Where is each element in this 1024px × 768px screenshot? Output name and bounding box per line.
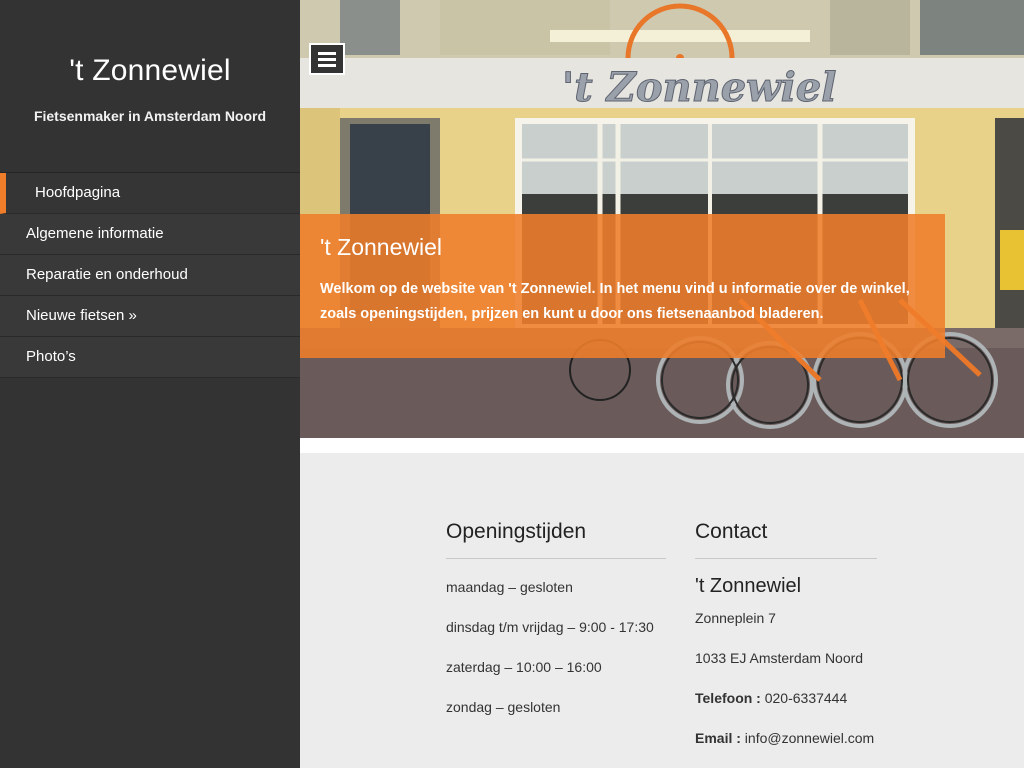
hours-line: zaterdag – 10:00 – 16:00 (446, 659, 602, 675)
site-description: Fietsenmaker in Amsterdam Noord (33, 108, 267, 124)
nav-item-algemene-informatie[interactable]: Algemene informatie (0, 214, 300, 255)
contact-name: 't Zonnewiel (695, 575, 802, 597)
email-address[interactable]: info@zonnewiel.com (741, 730, 874, 746)
contact-phone: Telefoon : 020-6337444 (695, 688, 877, 728)
divider (300, 438, 1024, 453)
hero-overlay: 't Zonnewiel Welkom op de website van 't… (300, 214, 945, 358)
contact-street: Zonneplein 7 (695, 610, 776, 626)
nav-item-reparatie[interactable]: Reparatie en onderhoud (0, 255, 300, 296)
nav-item-photos[interactable]: Photo’s (0, 337, 300, 378)
opening-hours-widget: Openingstijden maandag – gesloten dinsda… (446, 520, 666, 737)
nav-item-nieuwe-fietsen[interactable]: Nieuwe fietsen » (0, 296, 300, 337)
email-label: Email : (695, 730, 741, 746)
main-nav: Hoofdpagina Algemene informatie Reparati… (0, 172, 300, 378)
contact-widget: Contact 't Zonnewiel Zonneplein 7 1033 E… (695, 520, 877, 768)
main-content: 't Zonnewiel 't Zonnewiel Welkom op de w… (300, 0, 1024, 768)
hero-text: Welkom op de website van 't Zonnewiel. I… (320, 281, 910, 322)
hours-line: zondag – gesloten (446, 699, 561, 715)
hours-line: dinsdag t/m vrijdag – 9:00 - 17:30 (446, 619, 654, 635)
hours-line: maandag – gesloten (446, 579, 573, 595)
nav-item-hoofdpagina[interactable]: Hoofdpagina (0, 173, 300, 214)
site-title[interactable]: 't Zonnewiel (0, 54, 300, 88)
phone-label: Telefoon : (695, 690, 761, 706)
hamburger-icon[interactable] (309, 43, 345, 75)
opening-hours-title: Openingstijden (446, 520, 666, 559)
phone-number[interactable]: 020-6337444 (761, 690, 848, 706)
contact-title: Contact (695, 520, 877, 559)
contact-email: Email : info@zonnewiel.com (695, 728, 877, 768)
contact-city: 1033 EJ Amsterdam Noord (695, 650, 864, 666)
sidebar: 't Zonnewiel Fietsenmaker in Amsterdam N… (0, 0, 300, 768)
storefront-sign: 't Zonnewiel (562, 64, 836, 111)
hero-image: 't Zonnewiel 't Zonnewiel Welkom op de w… (300, 0, 1024, 438)
hero-title: 't Zonnewiel (320, 234, 443, 260)
